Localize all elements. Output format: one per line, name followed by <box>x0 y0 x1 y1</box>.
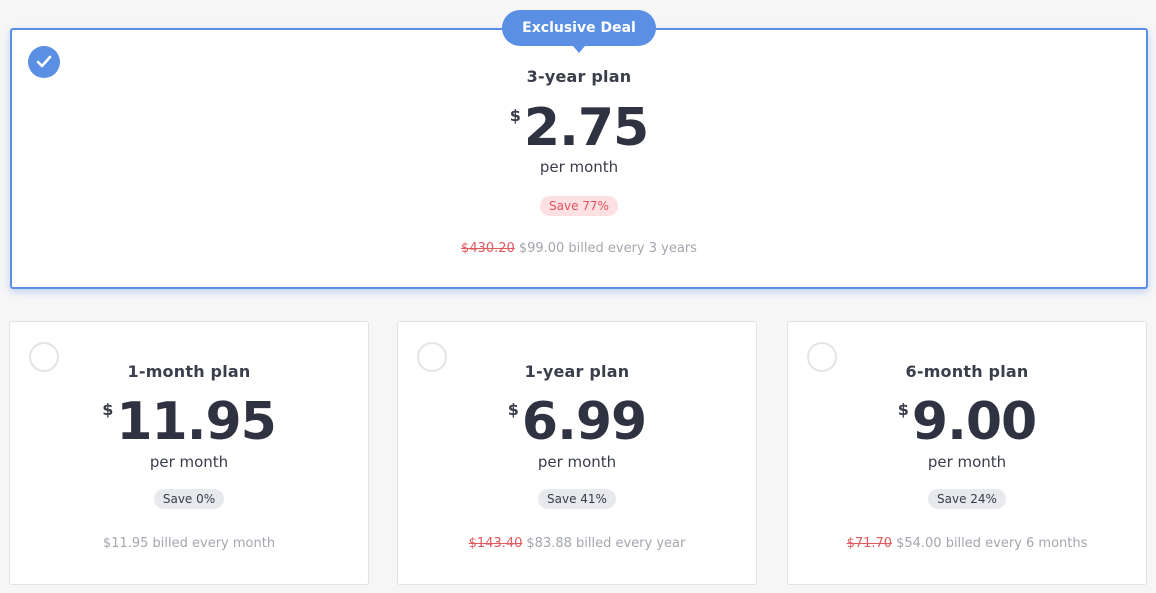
plan-card-6-month[interactable]: 6-month plan $ 9.00 per month Save 24% $… <box>787 321 1147 585</box>
price: $ 11.95 <box>10 396 368 448</box>
currency-symbol: $ <box>897 400 909 419</box>
original-price: $430.20 <box>461 241 515 256</box>
billing-text: $83.88 billed every year <box>526 536 686 551</box>
exclusive-deal-badge: Exclusive Deal <box>502 10 656 53</box>
billing-text: $99.00 billed every 3 years <box>518 241 697 256</box>
plan-name: 1-month plan <box>127 362 251 381</box>
plan-card-3-year[interactable]: 3-year plan $ 2.75 per month Save 77% $4… <box>10 28 1148 289</box>
plan-name: 3-year plan <box>526 67 632 86</box>
currency-symbol: $ <box>509 106 521 125</box>
price-amount: 11.95 <box>116 392 276 452</box>
billing-info: $71.70 $54.00 billed every 6 months <box>788 536 1146 551</box>
original-price: $71.70 <box>846 536 893 551</box>
billing-info: $11.95 billed every month <box>10 536 368 551</box>
plan-name: 1-year plan <box>524 362 630 381</box>
price: $ 2.75 <box>12 102 1146 154</box>
save-badge: Save 41% <box>538 489 616 509</box>
price-period: per month <box>927 453 1007 471</box>
price-amount: 6.99 <box>521 392 647 452</box>
billing-text: $54.00 billed every 6 months <box>896 536 1088 551</box>
price: $ 6.99 <box>398 396 756 448</box>
price-amount: 2.75 <box>523 98 649 158</box>
plan-card-1-month[interactable]: 1-month plan $ 11.95 per month Save 0% $… <box>9 321 369 585</box>
billing-info: $430.20 $99.00 billed every 3 years <box>12 241 1146 256</box>
price-period: per month <box>149 453 229 471</box>
billing-info: $143.40 $83.88 billed every year <box>398 536 756 551</box>
price-period: per month <box>537 453 617 471</box>
plan-name: 6-month plan <box>905 362 1029 381</box>
price: $ 9.00 <box>788 396 1146 448</box>
currency-symbol: $ <box>507 400 519 419</box>
price-amount: 9.00 <box>911 392 1037 452</box>
billing-text: $11.95 billed every month <box>102 536 276 551</box>
save-badge: Save 0% <box>153 489 225 509</box>
original-price: $143.40 <box>468 536 523 551</box>
plan-card-1-year[interactable]: 1-year plan $ 6.99 per month Save 41% $1… <box>397 321 757 585</box>
price-period: per month <box>539 158 619 176</box>
save-badge: Save 77% <box>540 196 618 216</box>
save-badge: Save 24% <box>928 489 1006 509</box>
currency-symbol: $ <box>102 400 114 419</box>
